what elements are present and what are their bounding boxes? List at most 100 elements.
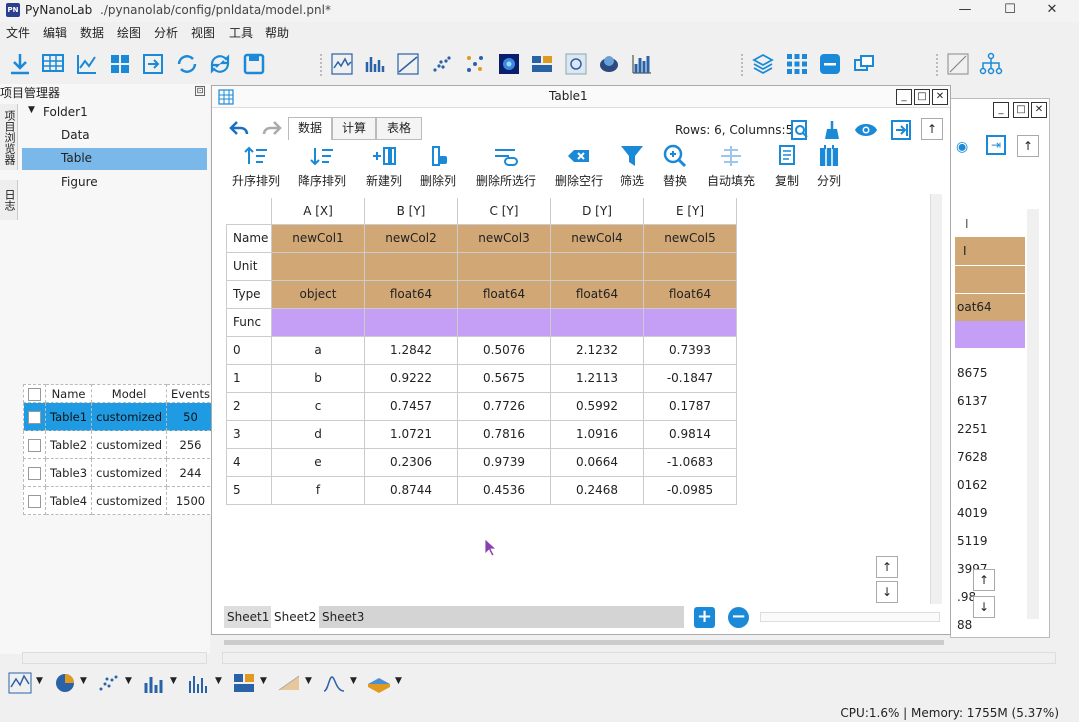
data-cell[interactable]: 0.2468 [550,475,644,505]
row-index[interactable]: 4 [226,447,272,477]
column-header[interactable]: E [Y] [643,198,737,225]
name-cell[interactable]: newCol2 [364,223,458,253]
type-cell[interactable]: float64 [550,279,644,309]
sheet-tab-2[interactable]: Sheet2 [271,606,319,628]
row-index[interactable]: 3 [226,419,272,449]
bg-maximize-button[interactable]: □ [1013,102,1029,118]
unit-cell[interactable] [457,251,551,281]
table-row[interactable]: Table2 customized 256 [23,430,215,459]
data-cell[interactable]: 0.8744 [364,475,458,505]
column-header[interactable]: A [X] [271,198,365,225]
data-cell[interactable]: a [271,335,365,365]
func-cell[interactable] [271,307,365,337]
type-cell[interactable]: float64 [643,279,737,309]
bg-up-arrow-button[interactable]: ↑ [1017,135,1039,157]
autofill-button[interactable]: 自动填充 [704,144,758,189]
data-cell[interactable]: 0.7726 [457,391,551,421]
column-header[interactable]: D [Y] [550,198,644,225]
search-doc-icon[interactable] [790,119,810,141]
restore-icon[interactable] [852,52,876,76]
dropdown-arrow-icon[interactable]: ▼ [80,676,87,686]
expand-arrow-icon[interactable]: ▼ [28,105,35,115]
scroll-up-button[interactable]: ↑ [876,556,898,578]
split-icon[interactable] [108,52,132,76]
func-cell[interactable] [550,307,644,337]
minimize-icon[interactable] [818,52,842,76]
refresh-cycle-icon[interactable] [175,52,199,76]
export-right-icon[interactable] [890,119,912,141]
bg-export-icon[interactable]: ⇥ [986,135,1006,155]
sheet-tab-1[interactable]: Sheet1 [224,606,271,628]
bg-scroll-down-button[interactable]: ↓ [973,596,995,618]
type-cell[interactable]: float64 [457,279,551,309]
row-index[interactable]: 5 [226,475,272,505]
tree-item-figure[interactable]: Figure [61,175,98,189]
line-plot-icon[interactable] [8,672,32,694]
data-cell[interactable]: 0.9739 [457,447,551,477]
view-eye-icon[interactable] [854,122,878,138]
workspace-horizontal-scrollbar[interactable] [222,652,1056,664]
redo-icon[interactable] [262,119,282,137]
dropdown-arrow-icon[interactable]: ▼ [305,676,312,686]
3d-surface-icon[interactable] [366,672,392,694]
sheet-tab-3[interactable]: Sheet3 [319,606,684,628]
data-cell[interactable]: 0.7393 [643,335,737,365]
peak-plot-icon[interactable] [322,672,346,694]
tab-calculate[interactable]: 计算 [332,117,376,140]
copy-button[interactable]: 复制 [772,144,802,189]
data-cell[interactable]: 0.9222 [364,363,458,393]
dropdown-arrow-icon[interactable]: ▼ [215,676,222,686]
select-all-checkbox[interactable] [23,384,46,403]
data-cell[interactable]: 0.2306 [364,447,458,477]
unit-cell[interactable] [550,251,644,281]
func-cell[interactable] [643,307,737,337]
data-cell[interactable]: 0.7816 [457,419,551,449]
refresh-icon[interactable] [208,52,232,76]
data-cell[interactable]: b [271,363,365,393]
header-model[interactable]: Model [91,384,168,403]
func-cell[interactable] [364,307,458,337]
menu-data[interactable]: 数据 [80,24,104,41]
row-checkbox[interactable] [23,430,46,459]
menu-view[interactable]: 视图 [191,24,215,41]
func-cell[interactable] [457,307,551,337]
dropdown-arrow-icon[interactable]: ▼ [170,676,177,686]
vertical-scrollbar[interactable] [930,194,942,604]
image-icon[interactable] [530,52,554,76]
row-index[interactable]: 2 [226,391,272,421]
data-cell[interactable]: 0.5675 [457,363,551,393]
undo-icon[interactable] [229,119,249,137]
menu-analysis[interactable]: 分析 [154,24,178,41]
column-header[interactable]: B [Y] [364,198,458,225]
unit-cell[interactable] [643,251,737,281]
grid-icon[interactable] [785,52,809,76]
export-icon[interactable] [141,52,165,76]
split-column-button[interactable]: 分列 [814,144,844,189]
data-cell[interactable]: 0.5076 [457,335,551,365]
import-icon[interactable] [8,52,32,76]
clean-broom-icon[interactable] [822,119,842,141]
bg-view-icon[interactable]: ◉ [956,139,968,155]
unit-cell[interactable] [364,251,458,281]
tw-minimize-button[interactable]: _ [896,89,912,105]
data-cell[interactable]: c [271,391,365,421]
dot-map-icon[interactable] [463,52,487,76]
pie-chart-icon[interactable] [54,672,76,694]
data-cell[interactable]: -1.0683 [643,447,737,477]
type-cell[interactable]: object [271,279,365,309]
data-cell[interactable]: e [271,447,365,477]
bg-vertical-scrollbar[interactable] [1027,209,1039,619]
histogram-plot-icon[interactable] [187,672,211,694]
add-sheet-button[interactable]: + [694,607,715,628]
bar-chart-icon[interactable] [363,52,387,76]
type-cell[interactable]: float64 [364,279,458,309]
name-cell[interactable]: newCol3 [457,223,551,253]
tree-folder[interactable]: Folder1 [43,105,88,119]
left-horizontal-scrollbar[interactable] [22,652,207,664]
remove-sheet-button[interactable]: − [728,607,749,628]
layers-icon[interactable] [751,52,775,76]
tree-item-table[interactable]: Table [61,151,92,165]
heatmap-plot-icon[interactable] [232,672,256,694]
line-chart-icon[interactable] [330,52,354,76]
tab-project-browser[interactable]: 项目浏览器 [0,104,18,170]
